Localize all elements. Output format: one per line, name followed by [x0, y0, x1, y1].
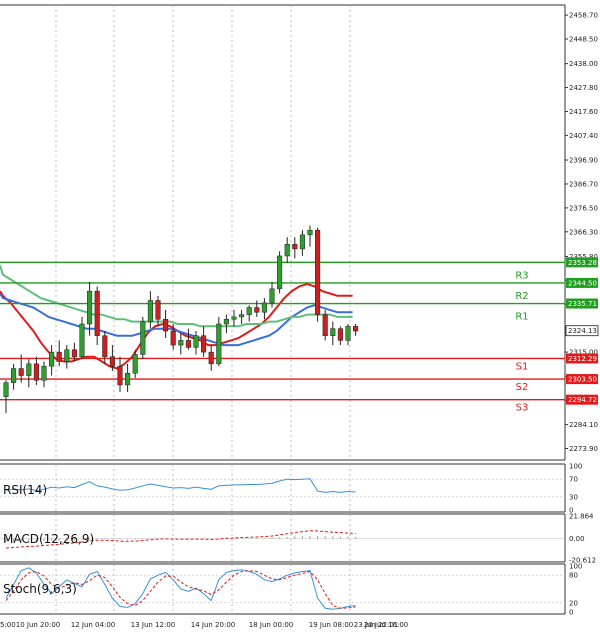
- price-tick-label: 2458.70: [569, 12, 598, 20]
- candle-body: [223, 319, 229, 325]
- candle-body: [254, 307, 260, 313]
- candle-body: [292, 243, 298, 250]
- candle-body: [56, 351, 62, 362]
- candle-body: [201, 335, 207, 353]
- indicator-tick-label: 20: [569, 599, 578, 607]
- level-name-r1: R1: [515, 312, 528, 323]
- level-value-r1: 2335.71: [568, 300, 597, 308]
- macd-title: MACD(12,26,9): [3, 532, 94, 546]
- candle-body: [49, 351, 55, 367]
- indicator-tick-label: 30: [569, 493, 578, 501]
- candle-body: [94, 290, 100, 336]
- time-label: 13 Jun 12:00: [131, 621, 175, 629]
- time-label: 5:00: [0, 621, 16, 629]
- candle-body: [33, 363, 39, 381]
- candle-body: [155, 300, 161, 320]
- stochastic-panel: 10080 20 0: [0, 563, 582, 617]
- level-name-s3: S3: [516, 403, 529, 414]
- candle-body: [140, 321, 146, 355]
- candle-body: [216, 323, 222, 365]
- candle-body: [109, 356, 115, 367]
- candle-body: [239, 314, 245, 318]
- time-label: 14 Jun 20:00: [191, 621, 235, 629]
- rsi-title: RSI(14): [3, 483, 47, 497]
- candle-body: [193, 335, 199, 348]
- candle-body: [231, 316, 237, 320]
- candle-body: [307, 229, 313, 236]
- level-value-s3: 2294.72: [568, 396, 597, 404]
- indicator-tick-label: 21.864: [569, 513, 594, 521]
- candle-body: [79, 323, 85, 358]
- level-value-r2: 2344.50: [568, 279, 597, 287]
- level-name-s1: S1: [516, 361, 529, 372]
- candle-body: [170, 330, 176, 346]
- time-axis: 5:00 10 Jun 20:00 12 Jun 04:00 13 Jun 12:00…: [0, 621, 408, 629]
- candle-body: [208, 351, 214, 365]
- candle-body: [353, 326, 359, 332]
- current-price-label: 2324.13: [568, 327, 597, 335]
- price-tick-label: 2417.60: [569, 108, 598, 116]
- time-label: 10 Jun 20:00: [16, 621, 60, 629]
- candle-body: [117, 365, 123, 386]
- level-value-s2: 2303.50: [568, 376, 597, 384]
- level-name-r3: R3: [515, 270, 528, 281]
- candle-body: [315, 229, 321, 315]
- price-panel: 2458.70 2448.50 2438.00 2427.80 2417.60 2407.…: [0, 4, 599, 461]
- rsi-line: [5, 478, 356, 493]
- indicator-tick-label: 70: [569, 476, 578, 484]
- candle-body: [178, 340, 184, 346]
- time-label: 19 Jun 08:00: [309, 621, 353, 629]
- candle-body: [277, 255, 283, 290]
- candle-body: [185, 340, 191, 348]
- candle-body: [322, 314, 328, 336]
- price-tick-label: 2407.40: [569, 132, 598, 140]
- price-tick-label: 2396.90: [569, 157, 598, 165]
- indicator-tick-label: 100: [569, 563, 582, 571]
- candle-body: [18, 368, 24, 376]
- candle-body: [41, 365, 47, 381]
- candle-body: [330, 328, 336, 336]
- price-tick-label: 2366.30: [569, 228, 598, 236]
- candle-body: [3, 382, 9, 397]
- candle-body: [261, 302, 267, 313]
- candle-body: [132, 354, 138, 374]
- candle-body: [102, 335, 108, 358]
- price-tick-label: 2376.50: [569, 204, 598, 212]
- level-name-s2: S2: [516, 382, 529, 393]
- trading-chart: 2458.70 2448.50 2438.00 2427.80 2417.60 2407.…: [0, 4, 599, 629]
- candle-body: [26, 363, 32, 376]
- candle-body: [345, 326, 351, 341]
- candle-body: [11, 368, 17, 383]
- price-tick-label: 2448.50: [569, 36, 598, 44]
- candle-body: [269, 288, 275, 304]
- candle-body: [64, 349, 70, 362]
- candle-body: [125, 372, 131, 386]
- time-label: 12 Jun 04:00: [71, 621, 115, 629]
- candle-body: [71, 349, 77, 358]
- level-value-s1: 2312.29: [568, 355, 597, 363]
- candle-body: [284, 243, 290, 257]
- price-tick-label: 2438.00: [569, 60, 598, 68]
- indicator-tick-label: 0: [569, 609, 573, 617]
- level-value-r3: 2353.28: [568, 259, 597, 267]
- time-label: 23 Jun 22:01: [354, 621, 398, 629]
- candle-body: [299, 234, 305, 250]
- indicator-tick-label: 100: [569, 463, 582, 471]
- candle-body: [87, 290, 93, 325]
- candle-body: [147, 300, 153, 322]
- price-tick-label: 2284.10: [569, 421, 598, 429]
- stochastic-title: Stoch(9,6,3): [3, 582, 77, 596]
- indicator-tick-label: 80: [569, 572, 578, 580]
- price-tick-label: 2273.90: [569, 445, 598, 453]
- candle-body: [163, 319, 169, 332]
- rsi-panel: 10070300: [0, 463, 582, 515]
- time-label: 18 Jun 00:00: [249, 621, 293, 629]
- price-tick-label: 2386.70: [569, 180, 598, 188]
- indicator-tick-label: 0.00: [569, 535, 585, 543]
- price-tick-label: 2427.80: [569, 84, 598, 92]
- candle-body: [337, 328, 343, 341]
- candle-body: [246, 307, 252, 315]
- level-name-r2: R2: [515, 291, 528, 302]
- moving-average-line-3: [0, 264, 353, 328]
